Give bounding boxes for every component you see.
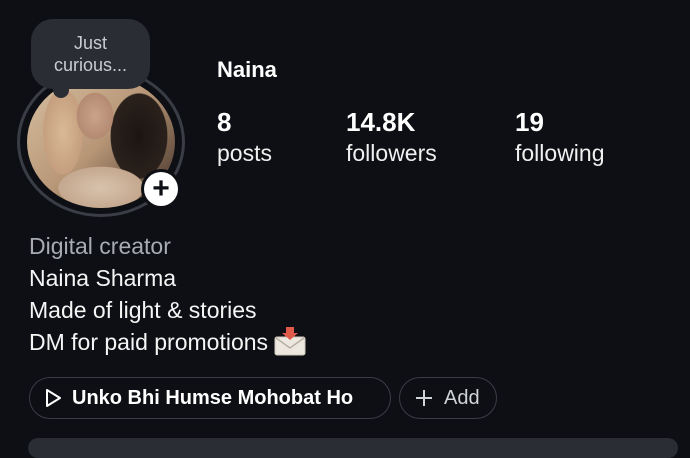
music-chip-label: Unko Bhi Humse Mohobat Ho bbox=[72, 386, 354, 409]
stat-label: following bbox=[515, 140, 605, 166]
profile-username: Naina bbox=[217, 57, 277, 82]
bio-name: Naina Sharma bbox=[29, 265, 177, 291]
stat-posts[interactable]: 8 posts bbox=[217, 107, 272, 169]
play-icon bbox=[44, 388, 62, 408]
stat-value: 14.8K bbox=[346, 107, 416, 137]
stat-followers[interactable]: 14.8K followers bbox=[346, 107, 437, 169]
music-chip[interactable]: Unko Bhi Humse Mohobat Ho bbox=[29, 377, 391, 419]
profile-bio: Digital creator Naina Sharma Made of lig… bbox=[29, 230, 306, 364]
stat-following[interactable]: 19 following bbox=[515, 107, 605, 169]
note-bubble[interactable]: Just curious... bbox=[31, 19, 150, 98]
bio-line-promo: DM for paid promotions bbox=[29, 326, 306, 364]
add-chip-button[interactable]: Add bbox=[399, 377, 497, 419]
stat-label: posts bbox=[217, 140, 272, 166]
stat-value: 8 bbox=[217, 107, 232, 137]
bio-line-text: DM for paid promotions bbox=[29, 329, 269, 355]
note-text: Just curious... bbox=[53, 33, 128, 75]
bio-category: Digital creator bbox=[29, 233, 171, 259]
stat-value: 19 bbox=[515, 107, 544, 137]
add-chip-label: Add bbox=[444, 386, 480, 409]
add-story-button[interactable]: + bbox=[141, 169, 181, 209]
stat-label: followers bbox=[346, 140, 437, 166]
plus-icon: + bbox=[144, 172, 178, 206]
plus-icon bbox=[414, 388, 434, 408]
envelope-icon bbox=[274, 326, 306, 364]
bio-line: Made of light & stories bbox=[29, 297, 257, 323]
profile-action-bar[interactable] bbox=[28, 438, 678, 458]
profile-avatar-area[interactable]: + bbox=[17, 67, 189, 219]
